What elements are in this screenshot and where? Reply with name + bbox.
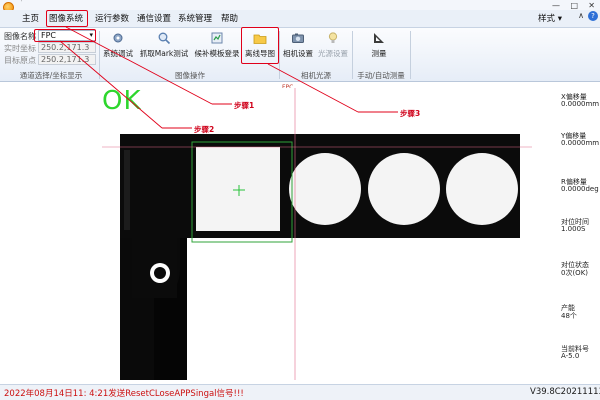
annotation-step3: 步骤3 [400,109,421,118]
annotation-step1: 步骤1 [234,101,255,110]
annotation-step2: 步骤2 [194,125,215,134]
status-message: 2022年08月14日11: 4:21发送ResetCLoseAPPSingal… [4,389,244,399]
annotation-arrows [59,26,398,129]
version-label: V39.8C20211113Q [530,387,600,397]
